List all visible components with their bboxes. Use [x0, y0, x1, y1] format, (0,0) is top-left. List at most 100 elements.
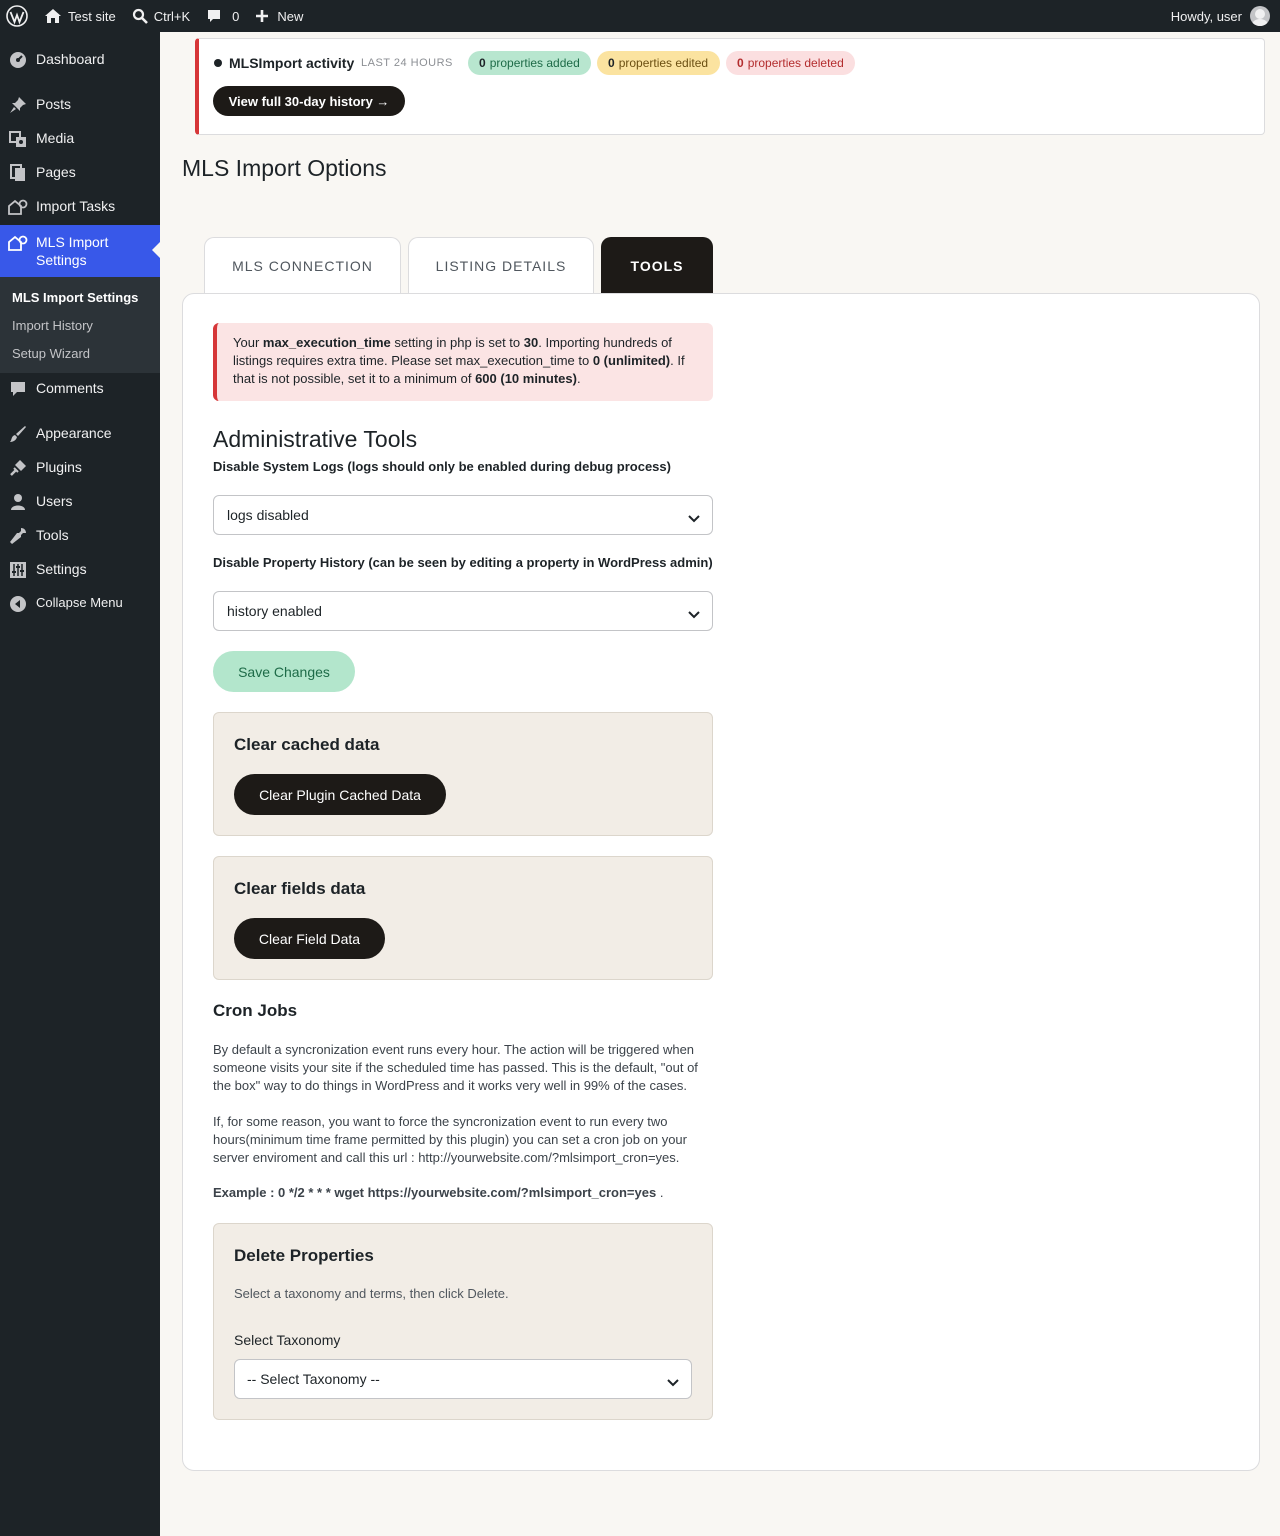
- delete-properties-title: Delete Properties: [234, 1246, 374, 1265]
- sidebar-item-pages[interactable]: Pages: [0, 163, 160, 185]
- search-shortcut[interactable]: Ctrl+K: [124, 0, 198, 32]
- sidebar-item-label: Plugins: [36, 459, 82, 475]
- sidebar-item-label: Collapse Menu: [36, 595, 123, 610]
- sidebar-item-import-tasks[interactable]: Import Tasks: [0, 197, 160, 219]
- sidebar-submenu: MLS Import Settings Import History Setup…: [0, 277, 160, 373]
- wordpress-logo-icon[interactable]: [0, 0, 36, 32]
- edited-label: properties edited: [618, 56, 709, 70]
- wrench-icon: [8, 526, 28, 546]
- cron-jobs-heading: Cron Jobs: [213, 1001, 298, 1020]
- added-count: 0: [479, 56, 486, 70]
- properties-added-badge: 0 properties added: [468, 51, 591, 75]
- howdy-label: Howdy, user: [1170, 8, 1242, 24]
- sidebar-item-tools[interactable]: Tools: [0, 526, 160, 548]
- clear-plugin-cache-button[interactable]: Clear Plugin Cached Data: [234, 774, 446, 815]
- sidebar-item-settings[interactable]: Settings: [0, 560, 160, 582]
- site-link[interactable]: Test site: [36, 0, 124, 32]
- sidebar-item-label: MLS Import Settings: [36, 234, 109, 268]
- sidebar-item-users[interactable]: Users: [0, 492, 160, 514]
- clear-field-data-button[interactable]: Clear Field Data: [234, 918, 385, 959]
- cron-example: Example : 0 */2 * * * wget https://yourw…: [213, 1185, 663, 1200]
- admin-tools-heading: Administrative Tools: [213, 426, 418, 452]
- activity-title: MLSImport activity: [229, 55, 355, 71]
- sidebar-item-label: Posts: [36, 96, 72, 112]
- cron-example-command: Example : 0 */2 * * * wget https://yourw…: [213, 1185, 657, 1200]
- admin-sidebar: Dashboard Posts Media Pages Import Tasks…: [0, 32, 160, 1536]
- house-cloud-icon: [8, 233, 28, 253]
- tab-listing-details[interactable]: LISTING DETAILS: [408, 237, 594, 294]
- submenu-item-mls-import-settings[interactable]: MLS Import Settings: [12, 290, 138, 305]
- comment-bubble-icon: [8, 379, 28, 399]
- notice-text: .: [576, 371, 581, 386]
- notice-text: Your: [233, 335, 263, 350]
- sidebar-item-posts[interactable]: Posts: [0, 95, 160, 117]
- sidebar-item-plugins[interactable]: Plugins: [0, 458, 160, 480]
- logs-select[interactable]: logs disabled: [213, 495, 713, 535]
- submenu-item-import-history[interactable]: Import History: [12, 318, 93, 333]
- deleted-count: 0: [737, 56, 744, 70]
- save-changes-button[interactable]: Save Changes: [213, 651, 355, 692]
- logs-field-label: Disable System Logs (logs should only be…: [213, 459, 671, 474]
- paintbrush-icon: [8, 424, 28, 444]
- delete-properties-section: Delete Properties Select a taxonomy and …: [213, 1223, 713, 1420]
- added-label: properties added: [489, 56, 580, 70]
- sidebar-item-dashboard[interactable]: Dashboard: [0, 50, 160, 72]
- page-title: MLS Import Options: [182, 155, 387, 181]
- sidebar-item-label: Dashboard: [36, 51, 105, 67]
- admin-bar: Test site Ctrl+K 0 New Howdy, user: [0, 0, 1280, 32]
- sliders-icon: [8, 560, 28, 580]
- cron-example-end: .: [656, 1185, 664, 1200]
- comments-link[interactable]: 0: [198, 0, 247, 32]
- house-cloud-icon: [8, 197, 28, 217]
- sidebar-item-mls-import-settings[interactable]: MLS Import Settings: [0, 225, 160, 277]
- sidebar-item-comments[interactable]: Comments: [0, 379, 160, 401]
- submenu-item-setup-wizard[interactable]: Setup Wizard: [12, 346, 90, 361]
- sidebar-item-label: Users: [36, 493, 73, 509]
- clear-fields-title: Clear fields data: [234, 879, 366, 898]
- sidebar-item-label: Comments: [36, 380, 104, 396]
- cron-description-default: By default a syncronization event runs e…: [213, 1042, 698, 1093]
- notice-minimum-value: 600 (10 minutes): [475, 371, 577, 386]
- pushpin-icon: [8, 95, 28, 115]
- execution-time-warning: Your max_execution_time setting in php i…: [213, 323, 713, 401]
- site-name: Test site: [68, 8, 116, 24]
- user-account-menu[interactable]: Howdy, user: [1163, 0, 1280, 32]
- new-content-link[interactable]: New: [247, 0, 311, 32]
- cron-description-force: If, for some reason, you want to force t…: [213, 1114, 687, 1165]
- plug-icon: [8, 458, 28, 478]
- sidebar-item-label: Tools: [36, 527, 69, 543]
- deleted-label: properties deleted: [747, 56, 844, 70]
- taxonomy-select[interactable]: -- Select Taxonomy --: [234, 1359, 692, 1399]
- history-select[interactable]: history enabled: [213, 591, 713, 631]
- home-icon: [44, 8, 62, 24]
- taxonomy-select-value: -- Select Taxonomy --: [247, 1371, 380, 1387]
- sidebar-item-label: Pages: [36, 164, 76, 180]
- sidebar-item-label: Media: [36, 130, 75, 146]
- edited-count: 0: [608, 56, 615, 70]
- sidebar-item-appearance[interactable]: Appearance: [0, 424, 160, 446]
- plus-icon: [255, 9, 269, 23]
- chevron-down-icon: [688, 510, 700, 526]
- user-icon: [8, 492, 28, 512]
- clear-cache-section: Clear cached data Clear Plugin Cached Da…: [213, 712, 713, 836]
- sidebar-item-media[interactable]: Media: [0, 129, 160, 151]
- view-history-button[interactable]: View full 30-day history →: [213, 86, 405, 116]
- collapse-arrow-icon: [8, 594, 28, 614]
- tab-mls-connection[interactable]: MLS CONNECTION: [204, 237, 401, 294]
- search-shortcut-label: Ctrl+K: [153, 8, 191, 24]
- properties-edited-badge: 0 properties edited: [597, 51, 720, 75]
- chevron-down-icon: [667, 1374, 679, 1390]
- delete-properties-description: Select a taxonomy and terms, then click …: [234, 1286, 509, 1301]
- status-dot-icon: [214, 59, 222, 67]
- pages-icon: [8, 163, 28, 183]
- clear-fields-section: Clear fields data Clear Field Data: [213, 856, 713, 980]
- comment-bubble-icon: [206, 8, 222, 24]
- collapse-menu-button[interactable]: Collapse Menu: [0, 594, 160, 616]
- new-label: New: [277, 8, 304, 24]
- activity-timeframe: LAST 24 HOURS: [361, 57, 453, 69]
- avatar: [1250, 6, 1270, 26]
- comments-count: 0: [232, 8, 240, 24]
- notice-current-value: 30: [523, 335, 539, 350]
- taxonomy-field-label: Select Taxonomy: [234, 1332, 341, 1348]
- tab-tools[interactable]: TOOLS: [601, 237, 713, 294]
